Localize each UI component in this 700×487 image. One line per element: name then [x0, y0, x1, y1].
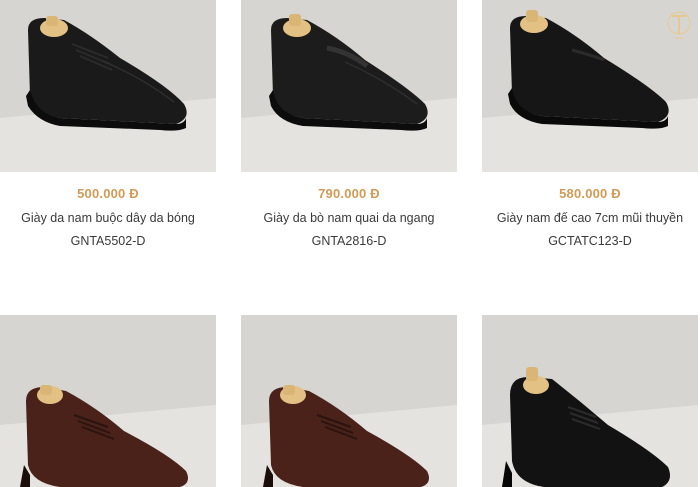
- product-card[interactable]: [241, 315, 457, 487]
- product-image[interactable]: [0, 0, 216, 172]
- product-code: GNTA2816-D: [311, 234, 387, 248]
- product-card[interactable]: 580.000 Đ Giày nam đế cao 7cm mũi thuyền…: [482, 0, 698, 248]
- product-code: GCTATC123-D: [548, 234, 632, 248]
- product-code: GNTA5502-D: [70, 234, 146, 248]
- product-price: 790.000 Đ: [318, 186, 380, 201]
- product-image[interactable]: [241, 0, 457, 172]
- product-image[interactable]: [0, 315, 216, 487]
- product-card[interactable]: [482, 315, 698, 487]
- product-card[interactable]: 790.000 Đ Giày da bò nam quai da ngang G…: [241, 0, 457, 248]
- product-name[interactable]: Giày da bò nam quai da ngang: [241, 211, 457, 225]
- product-card[interactable]: [0, 315, 216, 487]
- shoe-photo-4: [0, 315, 216, 487]
- product-image[interactable]: [482, 315, 698, 487]
- product-card[interactable]: 500.000 Đ Giày da nam buộc dây da bóng G…: [0, 0, 216, 248]
- product-name[interactable]: Giày da nam buộc dây da bóng: [0, 211, 216, 225]
- product-image[interactable]: [241, 315, 457, 487]
- shoe-photo-6: [482, 315, 698, 487]
- shoe-photo-5: [241, 315, 457, 487]
- shoe-photo-1: [0, 0, 216, 172]
- product-name[interactable]: Giày nam đế cao 7cm mũi thuyền: [482, 211, 698, 225]
- product-price: 500.000 Đ: [77, 186, 139, 201]
- product-grid: 500.000 Đ Giày da nam buộc dây da bóng G…: [0, 0, 700, 487]
- product-price: 580.000 Đ: [559, 186, 621, 201]
- brand-logo-icon: [667, 11, 691, 39]
- product-image[interactable]: [482, 0, 698, 172]
- shoe-photo-2: [241, 0, 457, 172]
